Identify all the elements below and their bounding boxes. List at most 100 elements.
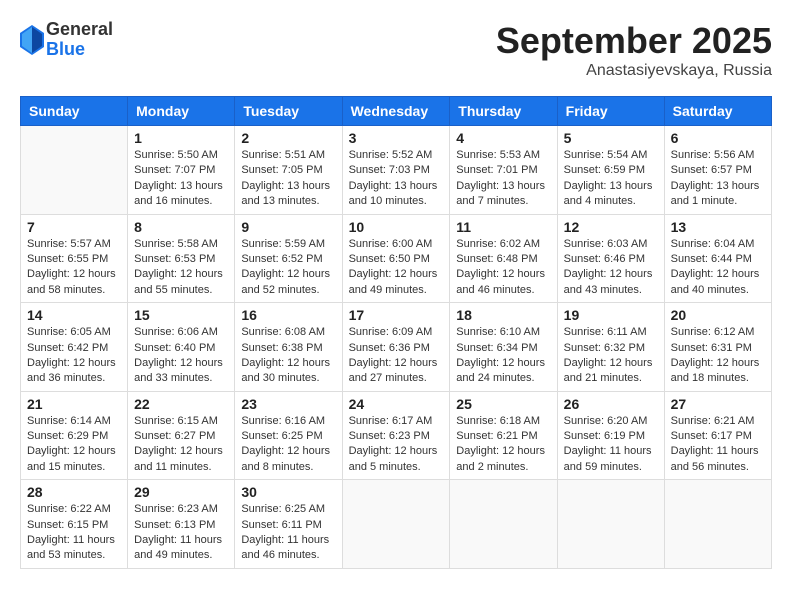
- calendar-cell: 10 Sunrise: 6:00 AMSunset: 6:50 PMDayligh…: [342, 214, 450, 303]
- header-thursday: Thursday: [450, 97, 557, 126]
- day-number: 8: [134, 219, 228, 235]
- calendar-cell: [450, 480, 557, 569]
- day-number: 7: [27, 219, 121, 235]
- header-friday: Friday: [557, 97, 664, 126]
- calendar-week-5: 28 Sunrise: 6:22 AMSunset: 6:15 PMDayligh…: [21, 480, 772, 569]
- day-info: Sunrise: 6:09 AMSunset: 6:36 PMDaylight:…: [349, 325, 444, 387]
- calendar-cell: 27 Sunrise: 6:21 AMSunset: 6:17 PMDayligh…: [664, 391, 771, 480]
- calendar-cell: 1Sunrise: 5:50 AMSunset: 7:07 PMDaylight…: [128, 126, 235, 215]
- day-info: Sunrise: 5:57 AMSunset: 6:55 PMDaylight:…: [27, 237, 121, 299]
- day-info: Sunrise: 6:23 AMSunset: 6:13 PMDaylight:…: [134, 502, 228, 564]
- day-info: Sunrise: 5:59 AMSunset: 6:52 PMDaylight:…: [241, 237, 335, 299]
- day-number: 17: [349, 307, 444, 323]
- day-info: Sunrise: 6:08 AMSunset: 6:38 PMDaylight:…: [241, 325, 335, 387]
- calendar-cell: 3 Sunrise: 5:52 AMSunset: 7:03 PMDaylight…: [342, 126, 450, 215]
- day-info: Sunrise: 6:11 AMSunset: 6:32 PMDaylight:…: [564, 325, 658, 387]
- day-info: Sunrise: 6:06 AMSunset: 6:40 PMDaylight:…: [134, 325, 228, 387]
- day-number: 15: [134, 307, 228, 323]
- calendar-cell: 19 Sunrise: 6:11 AMSunset: 6:32 PMDayligh…: [557, 303, 664, 392]
- day-number: 21: [27, 396, 121, 412]
- calendar-cell: 17 Sunrise: 6:09 AMSunset: 6:36 PMDayligh…: [342, 303, 450, 392]
- day-info: Sunrise: 6:05 AMSunset: 6:42 PMDaylight:…: [27, 325, 121, 387]
- calendar-cell: 29 Sunrise: 6:23 AMSunset: 6:13 PMDayligh…: [128, 480, 235, 569]
- day-info: Sunrise: 6:21 AMSunset: 6:17 PMDaylight:…: [671, 414, 765, 476]
- day-info: Sunrise: 6:03 AMSunset: 6:46 PMDaylight:…: [564, 237, 658, 299]
- day-number: 19: [564, 307, 658, 323]
- day-info: Sunrise: 5:53 AMSunset: 7:01 PMDaylight:…: [456, 148, 550, 210]
- day-number: 6: [671, 130, 765, 146]
- logo: General Blue: [20, 20, 113, 60]
- calendar-cell: 4 Sunrise: 5:53 AMSunset: 7:01 PMDaylight…: [450, 126, 557, 215]
- calendar-cell: 16 Sunrise: 6:08 AMSunset: 6:38 PMDayligh…: [235, 303, 342, 392]
- day-number: 27: [671, 396, 765, 412]
- day-info: Sunrise: 6:18 AMSunset: 6:21 PMDaylight:…: [456, 414, 550, 476]
- day-number: 25: [456, 396, 550, 412]
- calendar-table: Sunday Monday Tuesday Wednesday Thursday…: [20, 96, 772, 569]
- month-title: September 2025: [496, 20, 772, 62]
- calendar-week-1: 1Sunrise: 5:50 AMSunset: 7:07 PMDaylight…: [21, 126, 772, 215]
- day-info: Sunrise: 5:56 AMSunset: 6:57 PMDaylight:…: [671, 148, 765, 210]
- calendar-cell: [557, 480, 664, 569]
- location-subtitle: Anastasiyevskaya, Russia: [496, 62, 772, 80]
- day-number: 4: [456, 130, 550, 146]
- header-saturday: Saturday: [664, 97, 771, 126]
- day-number: 2: [241, 130, 335, 146]
- calendar-cell: 15 Sunrise: 6:06 AMSunset: 6:40 PMDayligh…: [128, 303, 235, 392]
- day-info: Sunrise: 5:51 AMSunset: 7:05 PMDaylight:…: [241, 148, 335, 210]
- day-number: 30: [241, 484, 335, 500]
- calendar-cell: 20Sunrise: 6:12 AMSunset: 6:31 PMDayligh…: [664, 303, 771, 392]
- day-number: 5: [564, 130, 658, 146]
- calendar-cell: 24 Sunrise: 6:17 AMSunset: 6:23 PMDayligh…: [342, 391, 450, 480]
- day-info: Sunrise: 6:14 AMSunset: 6:29 PMDaylight:…: [27, 414, 121, 476]
- header-sunday: Sunday: [21, 97, 128, 126]
- calendar-cell: 28 Sunrise: 6:22 AMSunset: 6:15 PMDayligh…: [21, 480, 128, 569]
- day-info: Sunrise: 6:12 AMSunset: 6:31 PMDaylight:…: [671, 325, 765, 387]
- day-info: Sunrise: 6:00 AMSunset: 6:50 PMDaylight:…: [349, 237, 444, 299]
- calendar-cell: 13 Sunrise: 6:04 AMSunset: 6:44 PMDayligh…: [664, 214, 771, 303]
- calendar-cell: 5Sunrise: 5:54 AMSunset: 6:59 PMDaylight…: [557, 126, 664, 215]
- calendar-cell: 12 Sunrise: 6:03 AMSunset: 6:46 PMDayligh…: [557, 214, 664, 303]
- logo-blue: Blue: [46, 40, 113, 60]
- calendar-cell: 14 Sunrise: 6:05 AMSunset: 6:42 PMDayligh…: [21, 303, 128, 392]
- day-info: Sunrise: 6:15 AMSunset: 6:27 PMDaylight:…: [134, 414, 228, 476]
- day-number: 12: [564, 219, 658, 235]
- calendar-cell: 7 Sunrise: 5:57 AMSunset: 6:55 PMDaylight…: [21, 214, 128, 303]
- calendar-week-4: 21 Sunrise: 6:14 AMSunset: 6:29 PMDayligh…: [21, 391, 772, 480]
- page-header: General Blue September 2025 Anastasiyevs…: [20, 20, 772, 80]
- calendar-week-2: 7 Sunrise: 5:57 AMSunset: 6:55 PMDaylight…: [21, 214, 772, 303]
- day-info: Sunrise: 6:17 AMSunset: 6:23 PMDaylight:…: [349, 414, 444, 476]
- day-info: Sunrise: 5:52 AMSunset: 7:03 PMDaylight:…: [349, 148, 444, 210]
- day-number: 29: [134, 484, 228, 500]
- day-info: Sunrise: 6:22 AMSunset: 6:15 PMDaylight:…: [27, 502, 121, 564]
- calendar-cell: 22 Sunrise: 6:15 AMSunset: 6:27 PMDayligh…: [128, 391, 235, 480]
- calendar-week-3: 14 Sunrise: 6:05 AMSunset: 6:42 PMDayligh…: [21, 303, 772, 392]
- header-wednesday: Wednesday: [342, 97, 450, 126]
- calendar-cell: [664, 480, 771, 569]
- calendar-cell: 21 Sunrise: 6:14 AMSunset: 6:29 PMDayligh…: [21, 391, 128, 480]
- header-tuesday: Tuesday: [235, 97, 342, 126]
- calendar-cell: 9 Sunrise: 5:59 AMSunset: 6:52 PMDaylight…: [235, 214, 342, 303]
- day-number: 16: [241, 307, 335, 323]
- day-number: 13: [671, 219, 765, 235]
- day-number: 14: [27, 307, 121, 323]
- day-info: Sunrise: 6:16 AMSunset: 6:25 PMDaylight:…: [241, 414, 335, 476]
- day-number: 23: [241, 396, 335, 412]
- calendar-cell: 18Sunrise: 6:10 AMSunset: 6:34 PMDayligh…: [450, 303, 557, 392]
- calendar-cell: 26Sunrise: 6:20 AMSunset: 6:19 PMDayligh…: [557, 391, 664, 480]
- day-number: 1: [134, 130, 228, 146]
- calendar-cell: 2 Sunrise: 5:51 AMSunset: 7:05 PMDaylight…: [235, 126, 342, 215]
- day-number: 10: [349, 219, 444, 235]
- logo-icon: [20, 25, 44, 55]
- calendar-header-row: Sunday Monday Tuesday Wednesday Thursday…: [21, 97, 772, 126]
- day-number: 9: [241, 219, 335, 235]
- calendar-cell: 23 Sunrise: 6:16 AMSunset: 6:25 PMDayligh…: [235, 391, 342, 480]
- header-monday: Monday: [128, 97, 235, 126]
- day-info: Sunrise: 6:02 AMSunset: 6:48 PMDaylight:…: [456, 237, 550, 299]
- day-number: 28: [27, 484, 121, 500]
- day-info: Sunrise: 6:04 AMSunset: 6:44 PMDaylight:…: [671, 237, 765, 299]
- day-number: 24: [349, 396, 444, 412]
- day-number: 3: [349, 130, 444, 146]
- day-number: 22: [134, 396, 228, 412]
- calendar-cell: 30 Sunrise: 6:25 AMSunset: 6:11 PMDayligh…: [235, 480, 342, 569]
- day-info: Sunrise: 6:25 AMSunset: 6:11 PMDaylight:…: [241, 502, 335, 564]
